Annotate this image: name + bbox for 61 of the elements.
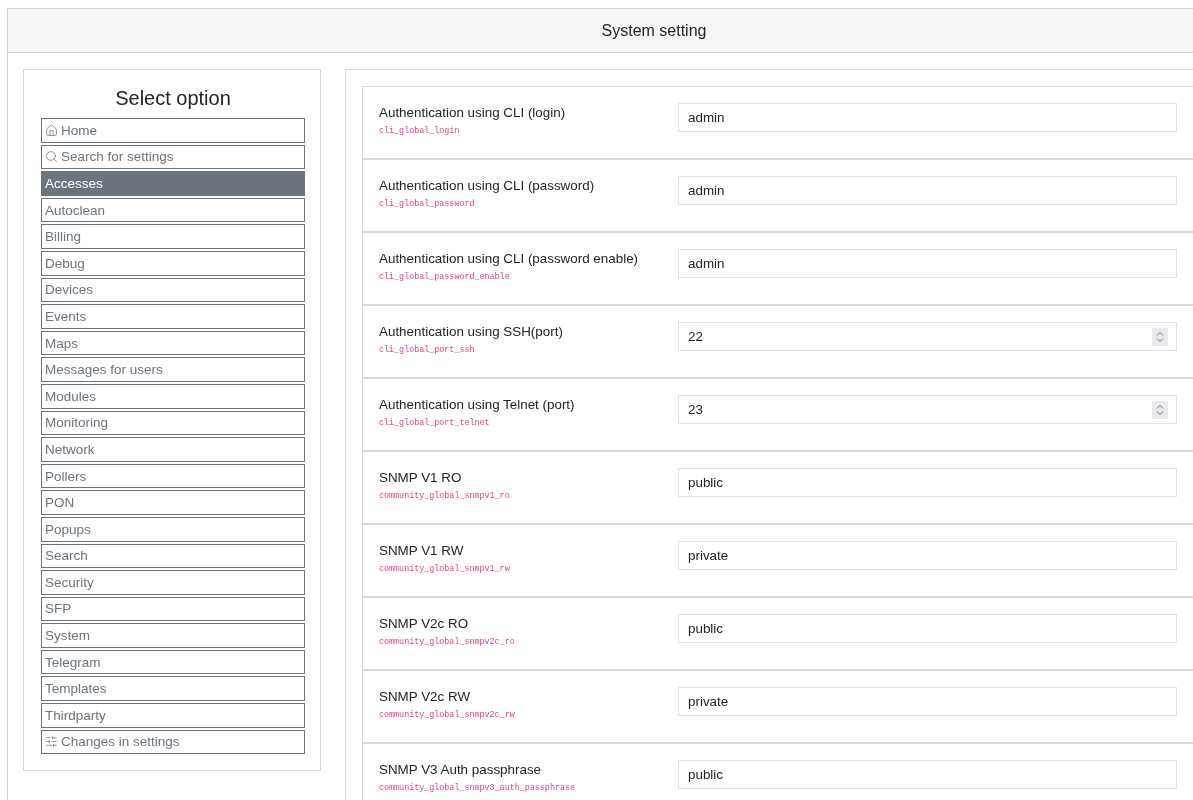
setting-key: community_global_snmpv2c_ro [379,637,678,647]
setting-label: Authentication using CLI (password) [379,178,596,193]
text-field[interactable]: private [678,687,1177,716]
stepper-icon[interactable] [1152,328,1168,346]
text-field[interactable]: admin [678,176,1177,205]
text-field[interactable]: public [678,614,1177,643]
setting-key: cli_global_port_ssh [379,345,678,355]
sidebar-item[interactable]: Home [41,118,305,143]
sidebar-item[interactable]: Events [41,304,305,329]
setting-label: SNMP V1 RO [379,470,463,485]
setting-key: community_global_snmpv1_ro [379,491,678,501]
sidebar-item[interactable]: Billing [41,224,305,249]
sidebar-item[interactable]: Templates [41,676,305,702]
sidebar-item[interactable]: Network [41,437,305,462]
sidebar-item[interactable]: Search [41,543,305,569]
setting-key: community_global_snmpv1_rw [379,564,678,574]
text-field[interactable]: public [678,760,1177,789]
sidebar-item[interactable]: Devices [41,277,305,303]
sidebar-item[interactable]: Search for settings [41,144,305,170]
sidebar-item[interactable]: SFP [41,596,305,622]
home-icon [45,123,58,137]
number-field[interactable]: 22 [678,322,1177,351]
sidebar-item[interactable]: Popups [41,516,305,542]
setting-key: cli_global_login [379,126,678,136]
setting-label: SNMP V1 RW [379,543,465,558]
sidebar-item[interactable]: Pollers [41,463,305,489]
sidebar-item[interactable]: Monitoring [41,410,305,436]
sidebar-item[interactable]: Security [41,570,305,595]
setting-label: SNMP V2c RO [379,616,470,631]
setting-key: cli_global_password [379,199,678,209]
stepper-icon[interactable] [1152,401,1168,419]
sidebar-item[interactable]: Modules [41,383,305,409]
sidebar-item[interactable]: Debug [41,250,305,276]
sidebar-item[interactable]: Maps [41,330,305,356]
setting-key: community_global_snmpv3_auth_passphrase [379,783,678,793]
sliders-icon [45,735,58,749]
sidebar-title: Select option [115,87,231,110]
text-field[interactable]: public [678,468,1177,497]
sidebar-item[interactable]: Thirdparty [41,703,305,728]
sidebar-item[interactable]: Autoclean [41,197,305,223]
search-icon [45,150,58,164]
text-field[interactable]: private [678,541,1177,570]
setting-label: SNMP V3 Auth passphrase [379,762,543,777]
setting-label: Authentication using CLI (password enable) [379,251,640,266]
setting-label: Authentication using CLI (login) [379,105,567,120]
text-field[interactable]: admin [678,103,1177,132]
setting-label: Authentication using SSH(port) [379,324,564,339]
setting-key: cli_global_password_enable [379,272,678,282]
number-field[interactable]: 23 [678,395,1177,424]
sidebar-item[interactable]: Changes in settings [41,729,305,755]
sidebar-item[interactable]: Telegram [41,649,305,675]
sidebar-item[interactable]: Messages for users [41,357,305,382]
page-title: System setting [601,21,707,40]
setting-key: cli_global_port_telnet [379,418,678,428]
sidebar-item[interactable]: Accesses [41,171,305,196]
text-field[interactable]: admin [678,249,1177,278]
setting-label: SNMP V2c RW [379,689,472,704]
sidebar-item[interactable]: System [41,623,305,648]
setting-label: Authentication using Telnet (port) [379,397,576,412]
setting-key: community_global_snmpv2c_rw [379,710,678,720]
sidebar-item[interactable]: PON [41,490,305,515]
